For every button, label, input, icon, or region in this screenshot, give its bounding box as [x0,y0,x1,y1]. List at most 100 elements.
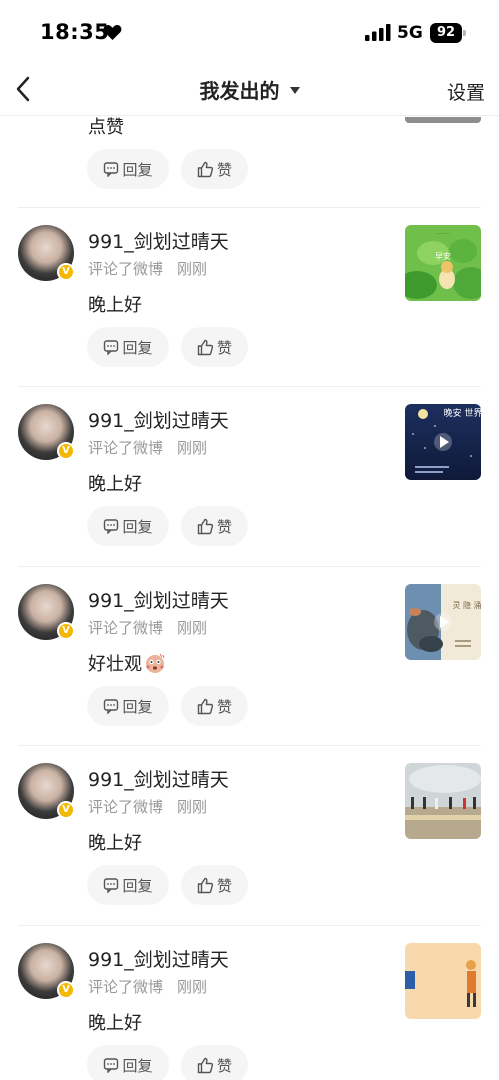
thumbs-up-icon [197,161,214,177]
nav-bar: 我发出的 设置 [0,66,499,116]
meta: 评论了微博 刚刚 [88,617,207,638]
reply-button[interactable]: 回复 [87,686,169,726]
list-item: V 991_剑划过晴天 评论了微博 刚刚 好壮观 灵 隐 涌 回复 赞 [0,566,499,746]
verified-icon: V [57,622,75,640]
reply-label: 回复 [122,697,153,716]
comment-text: 晚上好 [88,833,142,854]
shocked-emoji-icon [146,653,165,673]
divider [18,207,481,208]
heart-icon [103,24,122,41]
reply-label: 回复 [122,1056,153,1075]
verified-icon: V [57,981,75,999]
battery-icon: 92 [430,23,466,43]
post-thumbnail[interactable] [405,117,481,123]
like-button[interactable]: 赞 [181,1045,248,1080]
timestamp: 刚刚 [177,978,208,996]
reply-label: 回复 [122,338,153,357]
caret-down-icon [289,87,300,94]
username[interactable]: 991_剑划过晴天 [88,945,229,972]
action-text: 评论了微博 [88,978,164,996]
username[interactable]: 991_剑划过晴天 [88,406,229,433]
timestamp: 刚刚 [177,260,208,278]
action-text: 评论了微博 [88,439,164,457]
status-bar: 18:35 5G 92 [0,0,499,66]
comment-text: 晚上好 [88,1013,142,1034]
list-item: V 991_剑划过晴天 评论了微博 刚刚 晚上好 回复 赞 [0,925,499,1080]
comment-icon [104,519,119,534]
action-text: 评论了微博 [88,798,164,816]
comment-icon [104,1058,119,1073]
timestamp: 刚刚 [177,439,208,457]
page-title: 我发出的 [199,79,280,103]
post-thumbnail[interactable]: 灵 隐 涌 [405,584,481,660]
timestamp: 刚刚 [177,619,208,637]
like-button[interactable]: 赞 [181,149,248,189]
thumbs-up-icon [197,518,214,534]
comment-icon [104,340,119,355]
like-label: 赞 [216,697,232,716]
username[interactable]: 991_剑划过晴天 [88,586,229,613]
reply-label: 回复 [122,160,153,179]
divider [18,386,481,387]
divider [18,566,481,567]
verified-icon: V [57,442,75,460]
comment-body: 好壮观 [88,654,142,675]
battery-level: 92 [436,25,456,40]
like-button[interactable]: 赞 [181,506,248,546]
action-text: 评论了微博 [88,260,164,278]
comment-text: 好壮观 [88,650,166,676]
reply-button[interactable]: 回复 [87,327,169,367]
settings-button[interactable]: 设置 [447,78,485,105]
svg-text:·········: ········· [436,231,451,237]
reply-button[interactable]: 回复 [87,865,169,905]
meta: 评论了微博 刚刚 [88,437,207,458]
comment-icon [104,699,119,714]
post-thumbnail[interactable]: ········· 早安 [405,225,481,301]
nav-title-dropdown[interactable]: 我发出的 [0,75,499,104]
list-item-partial: 点赞 回复 赞 [0,117,499,207]
thumb-label: 晚安 世界 [444,407,481,419]
reply-label: 回复 [122,517,153,536]
timestamp: 刚刚 [177,798,208,816]
comment-text: 晚上好 [88,295,142,316]
post-thumbnail[interactable] [405,763,481,839]
list-item: V 991_剑划过晴天 评论了微博刚刚 晚上好 ········· 早安 回复 [0,207,499,387]
meta: 评论了微博 刚刚 [88,796,207,817]
verified-icon: V [57,263,75,281]
like-label: 赞 [216,517,232,536]
comment-icon [104,162,119,177]
comment-icon [104,878,119,893]
meta: 评论了微博 刚刚 [88,976,207,997]
reply-label: 回复 [122,876,153,895]
action-text: 评论了微博 [88,619,164,637]
thumbs-up-icon [197,698,214,714]
like-button[interactable]: 赞 [181,327,248,367]
comment-text: 晚上好 [88,474,142,495]
username[interactable]: 991_剑划过晴天 [88,227,229,254]
list-item: V 991_剑划过晴天 评论了微博 刚刚 晚上好 回复 赞 [0,745,499,925]
reply-button[interactable]: 回复 [87,506,169,546]
like-label: 赞 [216,338,232,357]
username[interactable]: 991_剑划过晴天 [88,765,229,792]
like-button[interactable]: 赞 [181,686,248,726]
reply-button[interactable]: 回复 [87,1045,169,1080]
post-thumbnail[interactable] [405,943,481,1019]
signal-icon [365,24,391,41]
status-time: 18:35 [40,20,110,44]
comment-text: 点赞 [88,117,124,138]
comment-feed[interactable]: 点赞 回复 赞 V 991_剑划过晴天 评论了微博 刚刚 晚上好 ·······… [0,117,499,1080]
post-thumbnail[interactable]: 晚安 世界 [405,404,481,480]
network-label: 5G [397,23,423,43]
divider [18,745,481,746]
meta: 评论了微博 刚刚 [88,258,207,279]
verified-icon: V [57,801,75,819]
thumbs-up-icon [197,339,214,355]
like-label: 赞 [216,160,232,179]
like-button[interactable]: 赞 [181,865,248,905]
divider [18,925,481,926]
thumb-label: 早安 [435,251,451,261]
reply-button[interactable]: 回复 [87,149,169,189]
thumbs-up-icon [197,1057,214,1073]
like-label: 赞 [216,876,232,895]
list-item: V 991_剑划过晴天 评论了微博 刚刚 晚上好 晚安 世界 回复 赞 [0,386,499,566]
